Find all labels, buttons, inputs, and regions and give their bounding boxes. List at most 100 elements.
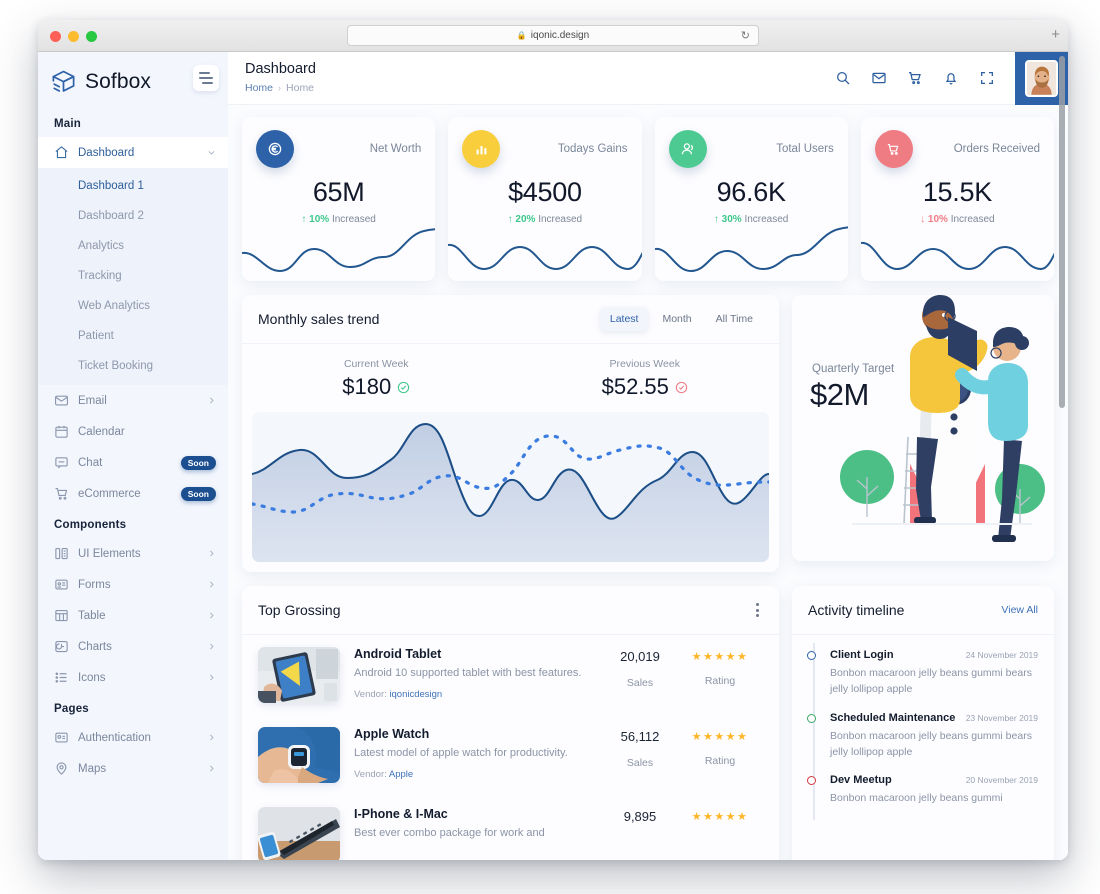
product-rating: ★★★★★ — [677, 807, 763, 823]
sidebar-item-tracking[interactable]: Tracking — [38, 261, 228, 291]
stat-card-net-worth: Net Worth 65M ↑ 10% Increased — [242, 117, 436, 281]
sidebar-item-table[interactable]: Table — [38, 600, 228, 631]
quarterly-target-card: Quarterly Target $2M — [792, 295, 1054, 561]
cart-icon[interactable] — [907, 70, 923, 86]
chevron-right-icon — [210, 581, 214, 588]
sidebar-item-calendar[interactable]: Calendar — [38, 416, 228, 447]
timeline-item-text: Bonbon macaroon jelly beans gummi bears … — [830, 667, 1032, 696]
sidebar-item-charts[interactable]: Charts — [38, 631, 228, 662]
reload-icon[interactable]: ↻ — [741, 29, 750, 42]
maximize-window-button[interactable] — [86, 31, 97, 42]
page-header: Dashboard Home › Home — [245, 61, 316, 94]
product-description: Best ever combo package for work and — [354, 827, 545, 839]
previous-week-label: Previous Week — [609, 358, 680, 370]
search-icon[interactable] — [835, 70, 851, 86]
sidebar-item-patient[interactable]: Patient — [38, 321, 228, 351]
card-title: Monthly sales trend — [258, 311, 380, 327]
scrollbar-track[interactable] — [1059, 56, 1065, 856]
list-item[interactable]: Android Tablet Android 10 supported tabl… — [242, 635, 779, 715]
product-sales-value: 20,019 — [620, 649, 660, 664]
kebab-menu-icon[interactable] — [752, 599, 763, 621]
product-description: Android 10 supported tablet with best fe… — [354, 667, 582, 679]
hamburger-toggle-icon[interactable] — [193, 65, 219, 91]
sidebar-item-ui-elements[interactable]: UI Elements — [38, 538, 228, 569]
week-summary: Current Week $180 Previous Week $52.55 — [242, 344, 779, 404]
icons-list-icon — [54, 670, 69, 685]
sidebar-item-chat[interactable]: Chat Soon — [38, 447, 228, 478]
authentication-icon — [54, 730, 69, 745]
home-icon — [54, 145, 69, 160]
timeline-item-title: Dev Meetup — [830, 774, 892, 787]
close-window-button[interactable] — [50, 31, 61, 42]
vendor-name[interactable]: iqonicdesign — [389, 689, 442, 700]
charts-icon — [54, 639, 69, 654]
mid-row: Monthly sales trend Latest Month All Tim… — [242, 295, 1054, 572]
fullscreen-icon[interactable] — [979, 70, 995, 86]
stat-card-total-users: Total Users 96.6K ↑ 30% Increased — [654, 117, 848, 281]
top-grossing-card: Top Grossing Android Tablet Android 10 s… — [242, 586, 779, 860]
sidebar-item-label: Authentication — [78, 731, 151, 744]
lock-icon: 🔒 — [516, 31, 527, 40]
sidebar-item-analytics[interactable]: Analytics — [38, 231, 228, 261]
list-item[interactable]: Dev Meetup 20 November 2019 Bonbon macar… — [807, 774, 1038, 820]
list-item[interactable]: Client Login 24 November 2019 Bonbon mac… — [807, 649, 1038, 712]
sidebar-item-label: Icons — [78, 671, 106, 684]
mail-icon[interactable] — [871, 70, 887, 86]
sidebar-item-icons[interactable]: Icons — [38, 662, 228, 693]
stat-label: Total Users — [776, 143, 834, 155]
stat-label: Net Worth — [369, 143, 422, 155]
product-sales: 9,895 — [603, 807, 677, 824]
sidebar-item-web-analytics[interactable]: Web Analytics — [38, 291, 228, 321]
address-bar[interactable]: 🔒 iqonic.design ↻ — [347, 25, 759, 46]
sidebar-item-label: Table — [78, 609, 106, 622]
new-tab-button[interactable]: + — [1051, 27, 1060, 42]
vendor-name[interactable]: Apple — [389, 769, 413, 780]
tab-latest[interactable]: Latest — [599, 307, 649, 331]
timeline-item-title: Client Login — [830, 649, 894, 661]
product-vendor: Vendor: iqonicdesign — [354, 689, 603, 700]
chat-icon — [54, 455, 69, 470]
sidebar-item-maps[interactable]: Maps — [38, 753, 228, 784]
sidebar-item-label: Calendar — [78, 425, 125, 438]
sofbox-logo-icon — [52, 70, 75, 92]
sidebar-item-forms[interactable]: Forms — [38, 569, 228, 600]
sidebar-item-ticket-booking[interactable]: Ticket Booking — [38, 351, 228, 381]
table-icon — [54, 608, 69, 623]
view-all-link[interactable]: View All — [1001, 604, 1038, 616]
card-title: Top Grossing — [258, 602, 341, 618]
sparkline-chart — [654, 226, 848, 273]
current-week-stat: Current Week $180 — [242, 358, 511, 400]
product-name: Android Tablet — [354, 647, 442, 661]
mail-icon — [54, 393, 69, 408]
stat-value: $4500 — [508, 177, 582, 207]
breadcrumb-item-home[interactable]: Home — [245, 82, 273, 94]
list-item[interactable]: I-Phone & I-Mac Best ever combo package … — [242, 795, 779, 860]
timeline-item-date: 23 November 2019 — [965, 712, 1038, 723]
current-week-label: Current Week — [343, 358, 409, 370]
list-item[interactable]: Apple Watch Latest model of apple watch … — [242, 715, 779, 795]
minimize-window-button[interactable] — [68, 31, 79, 42]
tab-all-time[interactable]: All Time — [706, 307, 763, 331]
rocket-team-illustration — [840, 295, 1045, 542]
dashboard-content: Net Worth 65M ↑ 10% Increased Todays Gai… — [228, 105, 1068, 860]
tab-month[interactable]: Month — [652, 307, 701, 331]
list-item[interactable]: Scheduled Maintenance 23 November 2019 B… — [807, 712, 1038, 775]
sidebar-item-dashboard-2[interactable]: Dashboard 2 — [38, 201, 228, 231]
sidebar-item-email[interactable]: Email — [38, 385, 228, 416]
stat-value: 15.5K — [922, 177, 992, 207]
bell-icon[interactable] — [943, 70, 959, 86]
product-sales: 56,112 Sales — [603, 727, 677, 769]
sidebar-item-dashboard[interactable]: Dashboard — [38, 137, 228, 168]
timeline-item-date: 20 November 2019 — [965, 775, 1038, 786]
sidebar-item-label: UI Elements — [78, 547, 141, 560]
cart-icon — [874, 130, 913, 168]
topbar: Dashboard Home › Home — [228, 52, 1068, 105]
rating-stars: ★★★★★ — [691, 811, 749, 823]
sidebar-item-authentication[interactable]: Authentication — [38, 722, 228, 753]
scrollbar-thumb[interactable] — [1059, 56, 1065, 408]
sidebar-item-ecommerce[interactable]: eCommerce Soon — [38, 478, 228, 509]
ui-elements-icon — [54, 546, 69, 561]
chevron-right-icon — [210, 643, 214, 650]
sidebar-item-dashboard-1[interactable]: Dashboard 1 — [38, 171, 228, 201]
timeline-dot-icon — [807, 651, 816, 660]
